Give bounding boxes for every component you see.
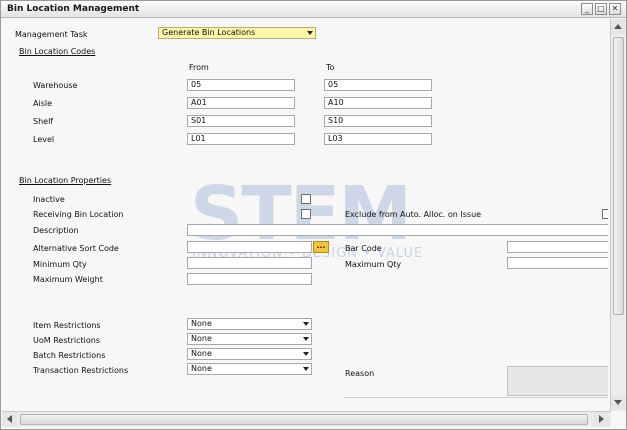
form-content: Management Task Generate Bin Locations B…: [2, 19, 608, 411]
transaction-restrictions-select[interactable]: None: [187, 363, 312, 375]
maximum-weight-label: Maximum Weight: [33, 275, 103, 284]
uom-restrictions-value: None: [191, 334, 212, 343]
aisle-from-field[interactable]: A01: [187, 97, 295, 109]
bar-code-field[interactable]: [507, 241, 608, 253]
level-to-field[interactable]: L03: [324, 133, 432, 145]
uom-restrictions-select[interactable]: None: [187, 333, 312, 345]
arrow-left-icon: [7, 415, 12, 423]
chevron-down-icon: [303, 352, 309, 356]
description-label: Description: [33, 226, 79, 235]
receiving-bin-location-label: Receiving Bin Location: [33, 210, 124, 219]
management-task-label: Management Task: [15, 30, 88, 39]
minimize-button[interactable]: _: [581, 3, 593, 15]
warehouse-label: Warehouse: [33, 81, 78, 90]
scroll-down-button[interactable]: [611, 395, 626, 410]
batch-restrictions-select[interactable]: None: [187, 348, 312, 360]
window-title: Bin Location Management: [7, 4, 140, 14]
item-restrictions-select[interactable]: None: [187, 318, 312, 330]
management-task-value: Generate Bin Locations: [162, 28, 256, 37]
inactive-label: Inactive: [33, 195, 65, 204]
arrow-down-icon: [614, 400, 622, 405]
level-label: Level: [33, 135, 55, 144]
warehouse-from-field[interactable]: 05: [187, 79, 295, 91]
arrow-up-icon: [614, 24, 622, 29]
vertical-scrollbar[interactable]: [610, 19, 626, 411]
maximize-icon: □: [597, 4, 605, 13]
from-column-label: From: [189, 63, 209, 72]
scroll-right-button[interactable]: [594, 412, 609, 427]
shelf-from-field[interactable]: S01: [187, 115, 295, 127]
inactive-checkbox[interactable]: [301, 194, 311, 204]
bin-location-codes-heading: Bin Location Codes: [19, 47, 96, 56]
chevron-down-icon: [307, 31, 313, 35]
arrow-right-icon: [599, 415, 604, 423]
minimum-qty-field[interactable]: [187, 257, 312, 269]
horizontal-scrollbar[interactable]: [2, 411, 611, 427]
aisle-to-field[interactable]: A10: [324, 97, 432, 109]
maximize-button[interactable]: □: [595, 3, 607, 15]
bin-location-properties-heading: Bin Location Properties: [19, 176, 112, 185]
maximum-weight-field[interactable]: [187, 273, 312, 285]
alternative-sort-code-browse-button[interactable]: ...: [313, 241, 329, 253]
scroll-left-button[interactable]: [2, 412, 17, 427]
reason-divider: [344, 397, 608, 398]
exclude-auto-alloc-checkbox[interactable]: [602, 209, 608, 219]
management-task-select[interactable]: Generate Bin Locations: [158, 27, 316, 39]
batch-restrictions-value: None: [191, 349, 212, 358]
vertical-scroll-thumb[interactable]: [613, 37, 624, 315]
aisle-label: Aisle: [33, 99, 53, 108]
description-field[interactable]: [187, 224, 608, 236]
minimum-qty-label: Minimum Qty: [33, 260, 87, 269]
maximum-qty-field[interactable]: [507, 257, 608, 269]
title-bar: Bin Location Management _ □ ✕: [1, 1, 626, 18]
ellipsis-icon: ...: [316, 241, 326, 250]
chevron-down-icon: [303, 367, 309, 371]
maximum-qty-label: Maximum Qty: [345, 260, 402, 269]
exclude-auto-alloc-label: Exclude from Auto. Alloc. on Issue: [345, 210, 482, 219]
scroll-up-button[interactable]: [611, 19, 626, 34]
level-from-field[interactable]: L01: [187, 133, 295, 145]
alternative-sort-code-field[interactable]: [187, 241, 312, 253]
transaction-restrictions-label: Transaction Restrictions: [33, 366, 129, 375]
chevron-down-icon: [303, 337, 309, 341]
close-icon: ✕: [611, 4, 619, 13]
item-restrictions-value: None: [191, 319, 212, 328]
to-column-label: To: [326, 63, 335, 72]
horizontal-scroll-thumb[interactable]: [20, 414, 588, 425]
reason-label: Reason: [345, 369, 375, 378]
bar-code-label: Bar Code: [345, 244, 382, 253]
receiving-bin-location-checkbox[interactable]: [301, 209, 311, 219]
shelf-to-field[interactable]: S10: [324, 115, 432, 127]
minimize-icon: _: [585, 4, 589, 13]
warehouse-to-field[interactable]: 05: [324, 79, 432, 91]
item-restrictions-label: Item Restrictions: [33, 321, 101, 330]
shelf-label: Shelf: [33, 117, 54, 126]
uom-restrictions-label: UoM Restrictions: [33, 336, 101, 345]
alternative-sort-code-label: Alternative Sort Code: [33, 244, 119, 253]
bin-location-management-window: Bin Location Management _ □ ✕ Management…: [0, 0, 627, 430]
reason-field[interactable]: [507, 366, 608, 396]
close-button[interactable]: ✕: [609, 3, 621, 15]
batch-restrictions-label: Batch Restrictions: [33, 351, 106, 360]
transaction-restrictions-value: None: [191, 364, 212, 373]
chevron-down-icon: [303, 322, 309, 326]
